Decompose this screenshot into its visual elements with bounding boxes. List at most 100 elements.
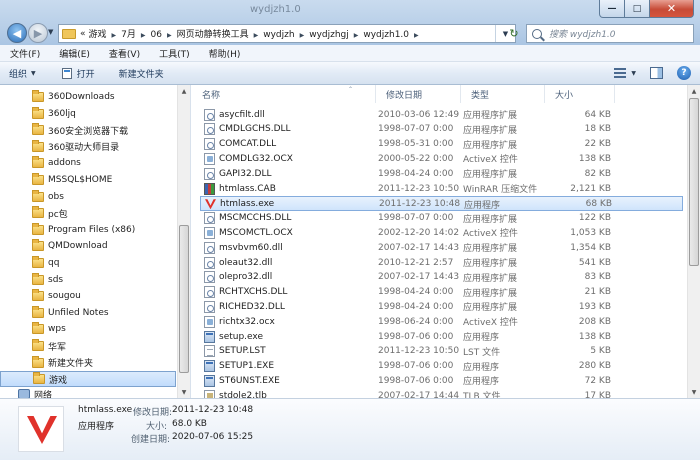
chevron-right-icon[interactable]: ▶: [141, 32, 146, 39]
scroll-up-arrow[interactable]: ▲: [178, 85, 190, 97]
file-name: RCHTXCHS.DLL: [219, 287, 288, 298]
breadcrumb-item[interactable]: 网页动静转换工具: [177, 30, 249, 40]
sidebar-item[interactable]: addons: [0, 155, 176, 171]
sidebar-item-label: obs: [48, 191, 64, 202]
table-row[interactable]: MSCOMCTL.OCX 2002-12-20 14:02 ActiveX 控件 1,…: [200, 225, 683, 240]
forward-button[interactable]: ▶: [28, 23, 48, 43]
new-folder-button[interactable]: 新建文件夹: [110, 67, 173, 80]
maximize-button[interactable]: □: [625, 0, 650, 18]
sidebar-item[interactable]: wps: [0, 321, 176, 337]
chevron-right-icon[interactable]: ▶: [414, 32, 419, 39]
table-row[interactable]: CMDLGCHS.DLL 1998-07-07 0:00 应用程序扩展 18 KB: [200, 122, 683, 137]
dll-file-icon: [204, 256, 215, 269]
sidebar-item[interactable]: obs: [0, 189, 176, 205]
table-row[interactable]: RCHTXCHS.DLL 1998-04-24 0:00 应用程序扩展 21 KB: [200, 285, 683, 300]
table-row[interactable]: COMCAT.DLL 1998-05-31 0:00 应用程序扩展 22 KB: [200, 137, 683, 152]
file-list-scrollbar-thumb[interactable]: [689, 98, 699, 266]
sidebar-item[interactable]: sougou: [0, 288, 176, 304]
table-row[interactable]: SETUP1.EXE 1998-07-06 0:00 应用程序 280 KB: [200, 359, 683, 374]
breadcrumb-item[interactable]: wydjzhgj: [309, 30, 349, 40]
breadcrumb-item[interactable]: 游戏: [89, 30, 107, 40]
table-row[interactable]: stdole2.tlb 2007-02-17 14:44 TLB 文件 17 KB: [200, 388, 683, 398]
file-name: setup.exe: [219, 331, 263, 342]
sidebar-item[interactable]: 360驱动大师目录: [0, 139, 176, 155]
chevron-right-icon[interactable]: ▶: [112, 32, 117, 39]
sidebar-item[interactable]: 360ljq: [0, 106, 176, 122]
sidebar-item[interactable]: sds: [0, 272, 176, 288]
refresh-icon: ↻: [509, 27, 519, 40]
table-row[interactable]: olepro32.dll 2007-02-17 14:43 应用程序扩展 83 KB: [200, 270, 683, 285]
change-view-button[interactable]: [612, 66, 628, 80]
file-type: 应用程序扩展: [463, 244, 518, 255]
preview-pane-button[interactable]: [650, 67, 663, 79]
sidebar-item[interactable]: 游戏: [0, 371, 176, 388]
sidebar-item[interactable]: pc包: [0, 205, 176, 221]
menu-item[interactable]: 编辑(E): [49, 47, 99, 60]
column-header-name[interactable]: 名称 ⌃: [192, 85, 376, 103]
search-box[interactable]: 搜索 wydjzh1.0: [526, 24, 694, 43]
menu-item[interactable]: 文件(F): [0, 47, 49, 60]
details-modified-value: 2011-12-23 10:48: [172, 405, 254, 415]
address-bar[interactable]: « 游戏 ▶ 7月 ▶ 06 ▶ 网页动静转换工具 ▶ wydjzh ▶ wydjzhgj ▶ wydj…: [58, 24, 516, 43]
sidebar-item[interactable]: qq: [0, 255, 176, 271]
sidebar-item[interactable]: QMDownload: [0, 238, 176, 254]
file-list-scrollbar[interactable]: ▲ ▼: [687, 85, 700, 398]
breadcrumb-item[interactable]: wydjzh: [263, 30, 294, 40]
table-row[interactable]: setup.exe 1998-07-06 0:00 应用程序 138 KB: [200, 329, 683, 344]
table-row[interactable]: RICHED32.DLL 1998-04-24 0:00 应用程序扩展 193 KB: [200, 299, 683, 314]
breadcrumb-overflow[interactable]: «: [80, 29, 86, 39]
back-button[interactable]: ◀: [7, 23, 27, 43]
menu-item[interactable]: 工具(T): [149, 47, 199, 60]
sidebar-item[interactable]: 360安全浏览器下载: [0, 122, 176, 138]
table-row[interactable]: GAPI32.DLL 1998-04-24 0:00 应用程序扩展 82 KB: [200, 166, 683, 181]
recent-pages-dropdown[interactable]: ▼: [48, 28, 53, 36]
open-button[interactable]: 打开: [53, 67, 104, 80]
close-button[interactable]: ✕: [650, 0, 694, 18]
title-bar: wydjzh1.0 — □ ✕ ◀ ▶ ▼ « 游戏 ▶ 7月 ▶ 06 ▶ 网页动静转换工…: [0, 0, 700, 45]
sort-arrow-icon: ⌃: [348, 86, 354, 93]
sidebar-item[interactable]: MSSQL$HOME: [0, 172, 176, 188]
table-row[interactable]: richtx32.ocx 1998-06-24 0:00 ActiveX 控件 208…: [200, 314, 683, 329]
breadcrumb-item[interactable]: 7月: [121, 30, 136, 40]
nav-item-network[interactable]: 网络: [0, 386, 176, 398]
breadcrumb-item[interactable]: wydjzh1.0: [363, 30, 409, 40]
sidebar-item-label: 360驱动大师目录: [48, 143, 120, 154]
organize-button[interactable]: 组织 ▼: [0, 67, 45, 80]
help-button[interactable]: ?: [677, 66, 691, 80]
table-row[interactable]: htmlass.CAB 2011-12-23 10:50 WinRAR 压缩文件 2,…: [200, 181, 683, 196]
chevron-right-icon[interactable]: ▶: [167, 32, 172, 39]
menu-item[interactable]: 帮助(H): [199, 47, 250, 60]
chevron-right-icon[interactable]: ▶: [300, 32, 305, 39]
minimize-button[interactable]: —: [599, 0, 625, 18]
table-row[interactable]: COMDLG32.OCX 2000-05-22 0:00 ActiveX 控件 138…: [200, 151, 683, 166]
table-row[interactable]: htmlass.exe 2011-12-23 10:48 应用程序 68 KB: [200, 195, 683, 211]
refresh-button[interactable]: ↻: [505, 24, 523, 43]
table-row[interactable]: asycfilt.dll 2010-03-06 12:49 应用程序扩展 64 KB: [200, 107, 683, 122]
file-date: 1998-07-07 0:00: [378, 124, 454, 135]
sidebar-item[interactable]: 华军: [0, 338, 176, 354]
table-row[interactable]: MSCMCCHS.DLL 1998-07-07 0:00 应用程序扩展 122 KB: [200, 211, 683, 226]
sidebar-item[interactable]: 新建文件夹: [0, 355, 176, 371]
column-header-size[interactable]: 大小: [545, 85, 615, 103]
nav-scrollbar-thumb[interactable]: [179, 225, 189, 373]
sidebar-item[interactable]: Unfiled Notes: [0, 305, 176, 321]
view-options-dropdown[interactable]: ▼: [631, 70, 636, 77]
chevron-right-icon[interactable]: ▶: [354, 32, 359, 39]
table-row[interactable]: oleaut32.dll 2010-12-21 2:57 应用程序扩展 541 KB: [200, 255, 683, 270]
table-row[interactable]: msvbvm60.dll 2007-02-17 14:43 应用程序扩展 1,354 …: [200, 240, 683, 255]
sidebar-item[interactable]: Program Files (x86): [0, 222, 176, 238]
table-row[interactable]: SETUP.LST 2011-12-23 10:50 LST 文件 5 KB: [200, 344, 683, 359]
chevron-right-icon[interactable]: ▶: [254, 32, 259, 39]
column-header-type[interactable]: 类型: [461, 85, 545, 103]
file-date: 2010-12-21 2:57: [378, 257, 454, 268]
scroll-down-arrow[interactable]: ▼: [178, 386, 190, 398]
nav-scrollbar[interactable]: ▲ ▼: [177, 85, 190, 398]
scroll-up-arrow[interactable]: ▲: [688, 85, 700, 97]
menu-item[interactable]: 查看(V): [99, 47, 149, 60]
breadcrumb-item[interactable]: 06: [151, 30, 162, 40]
search-input[interactable]: 搜索 wydjzh1.0: [549, 27, 616, 40]
sidebar-item[interactable]: 360Downloads: [0, 89, 176, 105]
scroll-down-arrow[interactable]: ▼: [688, 386, 700, 398]
column-header-date[interactable]: 修改日期: [376, 85, 461, 103]
table-row[interactable]: ST6UNST.EXE 1998-07-06 0:00 应用程序 72 KB: [200, 373, 683, 388]
